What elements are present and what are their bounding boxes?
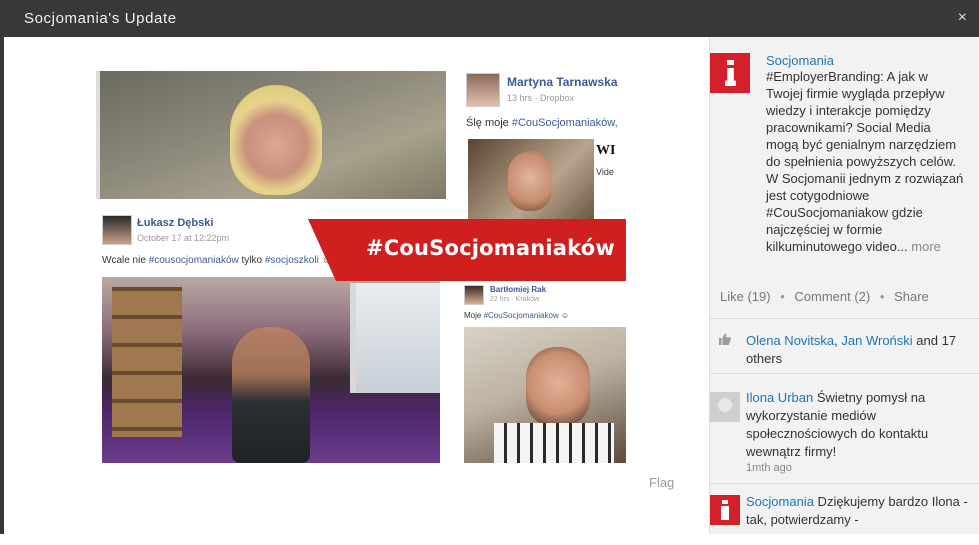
- liker-link[interactable]: Jan Wroński: [841, 333, 912, 348]
- fb-author-name: Bartłomiej Rak: [490, 285, 547, 294]
- comment-item: Socjomania Dziękujemy bardzo Ilona - tak…: [710, 485, 979, 545]
- close-icon[interactable]: ×: [958, 9, 967, 27]
- share-button[interactable]: Share: [894, 289, 929, 304]
- hashtag-banner-text: #CouSocjomaniaków: [366, 236, 616, 260]
- post-body-text: #EmployerBranding: A jak w Twojej firmie…: [766, 69, 964, 254]
- media-viewer: Martyna Tarnawska 13 hrs · Dropbox Ślę m…: [4, 37, 709, 534]
- liker-link[interactable]: Olena Novitska: [746, 333, 834, 348]
- update-sidebar: Socjomania #EmployerBranding: A jak w Tw…: [709, 37, 979, 534]
- post-actions: Like (19) • Comment (2) • Share: [720, 289, 929, 304]
- socjomania-logo[interactable]: [710, 495, 740, 525]
- avatar: [464, 285, 484, 305]
- fb-post-martyna: Martyna Tarnawska 13 hrs · Dropbox Ślę m…: [462, 71, 626, 221]
- emoji-icon: ☺: [558, 311, 570, 320]
- post-body: #EmployerBranding: A jak w Twojej firmie…: [766, 68, 966, 255]
- fb-post-text: Wcale nie #cousocjomaniaków tylko #socjo…: [102, 255, 332, 266]
- update-post: Socjomania #EmployerBranding: A jak w Tw…: [710, 37, 979, 277]
- video-thumbnail-martyna: [468, 139, 594, 221]
- update-image[interactable]: Martyna Tarnawska 13 hrs · Dropbox Ślę m…: [96, 71, 626, 463]
- fb-post-meta: 22 hrs · Kraków: [490, 296, 540, 303]
- flag-link[interactable]: Flag: [649, 475, 674, 490]
- video-thumbnail-room: [102, 277, 440, 463]
- avatar: [466, 73, 500, 107]
- modal-title: Socjomania's Update: [24, 10, 177, 27]
- post-author-link[interactable]: Socjomania: [766, 53, 834, 68]
- fb-author-name: Martyna Tarnawska: [507, 75, 618, 89]
- comment-author-link[interactable]: Socjomania: [746, 494, 814, 509]
- shelf-image: [112, 287, 182, 437]
- video-title: WI: [596, 143, 616, 158]
- comment-text: Ilona Urban Świetny pomysł na wykorzysta…: [746, 389, 970, 461]
- comment-author-link[interactable]: Ilona Urban: [746, 390, 813, 405]
- man-image: [232, 327, 310, 463]
- fb-author-name: Łukasz Dębski: [137, 217, 214, 229]
- thumbs-up-icon: [719, 333, 731, 345]
- hashtag: #CouSocjomaniaków,: [511, 117, 618, 129]
- hashtag: #CouSocjomaniakow: [483, 311, 559, 320]
- fb-post-bartlomiej: Bartłomiej Rak 22 hrs · Kraków Moje #Cou…: [456, 283, 626, 463]
- comment-timestamp: 1mth ago: [746, 462, 792, 474]
- woman-face-image: [230, 85, 322, 195]
- fb-post-meta: October 17 at 12:22pm: [137, 233, 230, 243]
- window-image: [350, 283, 440, 393]
- fb-text-prefix: Moje: [464, 311, 484, 320]
- video-subtitle: Vide: [596, 167, 614, 177]
- separator-dot: •: [879, 289, 885, 304]
- striped-shirt-image: [494, 423, 614, 463]
- bart-face-image: [526, 347, 590, 427]
- comment-button[interactable]: Comment (2): [794, 289, 870, 304]
- likes-text: Olena Novitska, Jan Wroński and 17 other…: [746, 332, 970, 368]
- fb-post-text: Ślę moje #CouSocjomaniaków,: [466, 117, 618, 129]
- fb-post-text: Moje #CouSocjomaniakow ☺: [464, 311, 569, 320]
- video-thumbnail-woman: [96, 71, 446, 199]
- comment-item: Ilona Urban Świetny pomysł na wykorzysta…: [710, 374, 979, 484]
- avatar[interactable]: [710, 392, 740, 422]
- comment-text: Socjomania Dziękujemy bardzo Ilona - tak…: [746, 493, 970, 529]
- modal-header: Socjomania's Update ×: [0, 0, 979, 37]
- fb-post-meta: 13 hrs · Dropbox: [507, 93, 575, 103]
- hashtag: #socjoszkoli: [264, 255, 319, 266]
- separator-dot: •: [780, 289, 785, 304]
- hashtag: #cousocjomaniaków: [148, 255, 239, 266]
- video-thumbnail-bartlomiej: [464, 327, 626, 463]
- avatar: [102, 215, 132, 245]
- martyna-face-image: [508, 151, 552, 211]
- like-button[interactable]: Like (19): [720, 289, 771, 304]
- likes-summary: Olena Novitska, Jan Wroński and 17 other…: [710, 318, 979, 374]
- socjomania-logo[interactable]: [710, 53, 750, 93]
- fb-text-prefix: Wcale nie: [102, 255, 149, 266]
- fb-text-prefix: Ślę moje: [466, 117, 512, 129]
- more-link[interactable]: more: [911, 239, 941, 254]
- fb-text-mid: tylko: [238, 255, 265, 266]
